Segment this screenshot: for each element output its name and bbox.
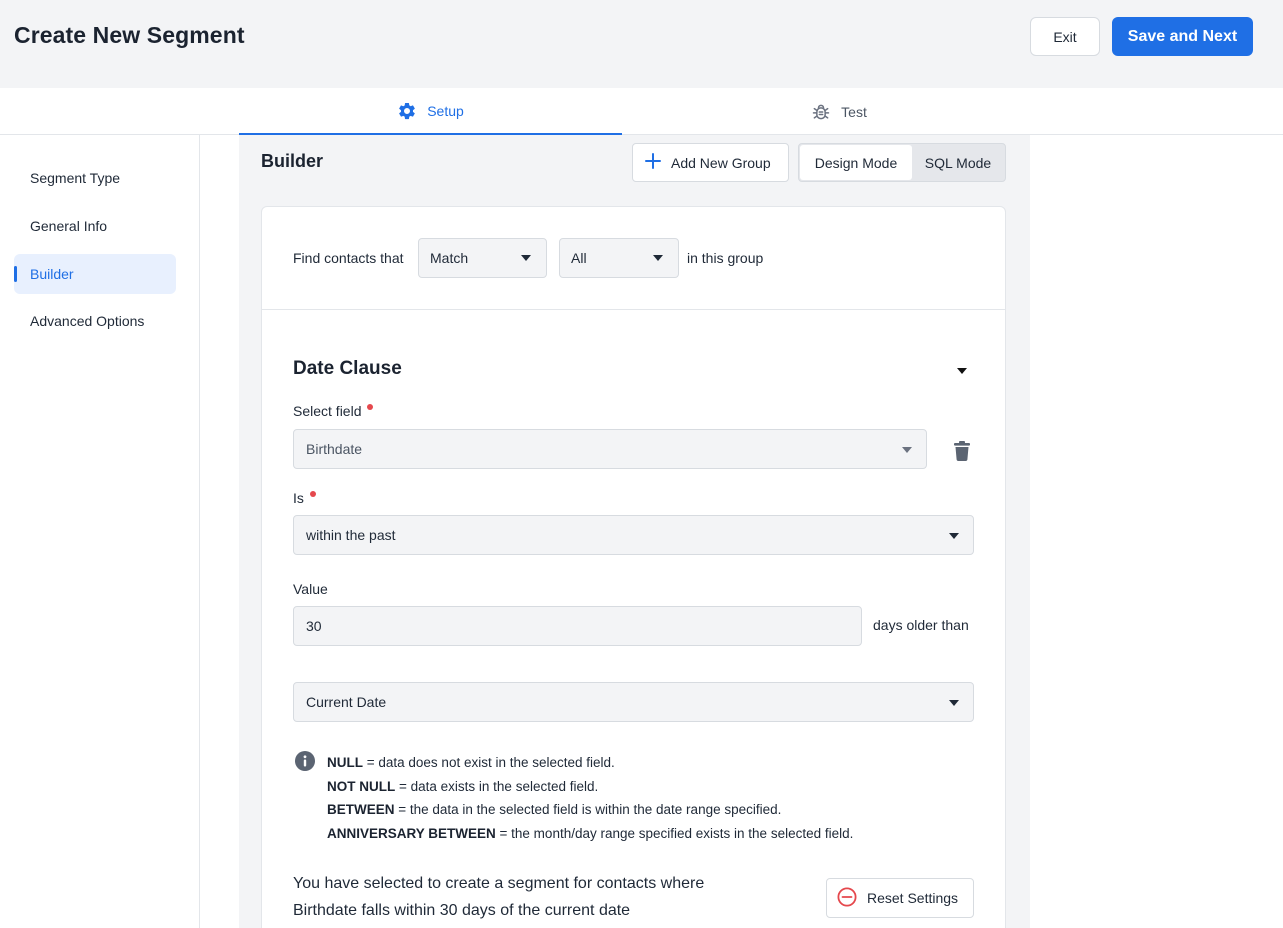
- group-condition-row: Find contacts that Match All in this gro…: [262, 207, 1005, 310]
- help-term: NULL: [327, 755, 363, 770]
- tab-test-label: Test: [841, 103, 867, 120]
- trash-icon[interactable]: [952, 440, 972, 467]
- help-line-null: NULL = data does not exist in the select…: [327, 751, 853, 775]
- sidebar: Segment Type General Info Builder Advanc…: [0, 135, 200, 928]
- is-operator-value: within the past: [306, 527, 396, 543]
- select-field-label-text: Select field: [293, 403, 362, 419]
- mode-toggle: Design Mode SQL Mode: [798, 143, 1006, 182]
- chevron-down-icon: [949, 533, 959, 539]
- value-input[interactable]: 30: [293, 606, 862, 646]
- value-label: Value: [293, 581, 328, 597]
- builder-panel: Builder Add New Group Design Mode SQL Mo…: [239, 135, 1030, 928]
- help-term: BETWEEN: [327, 802, 395, 818]
- operator-help-text: NULL = data does not exist in the select…: [327, 751, 853, 846]
- plus-icon: [645, 153, 661, 172]
- in-this-group-label: in this group: [687, 250, 764, 266]
- days-older-than-label: days older than: [873, 617, 969, 633]
- quantifier-select[interactable]: All: [559, 238, 679, 278]
- save-and-next-button[interactable]: Save and Next: [1112, 17, 1253, 56]
- help-text: = data does not exist in the selected fi…: [363, 755, 615, 770]
- help-text: = the month/day range specified exists i…: [495, 826, 854, 842]
- required-indicator: [309, 491, 316, 497]
- segment-summary: You have selected to create a segment fo…: [293, 871, 704, 924]
- exit-button[interactable]: Exit: [1030, 17, 1100, 56]
- is-operator-dropdown[interactable]: within the past: [293, 515, 974, 555]
- chevron-down-icon: [902, 447, 912, 453]
- reference-date-value: Current Date: [306, 694, 387, 710]
- match-select[interactable]: Match: [418, 238, 547, 278]
- select-field-dropdown[interactable]: Birthdate: [293, 429, 927, 469]
- add-new-group-label: Add New Group: [671, 154, 771, 171]
- builder-title: Builder: [261, 151, 324, 171]
- select-field-value: Birthdate: [306, 441, 363, 457]
- group-card: Find contacts that Match All in this gro…: [261, 206, 1006, 928]
- help-line-anniversary-between: ANNIVERSARY BETWEEN = the month/day rang…: [327, 822, 853, 846]
- help-line-not-null: NOT NULL = data exists in the selected f…: [327, 775, 853, 799]
- tab-setup[interactable]: Setup: [239, 88, 622, 135]
- design-mode-button[interactable]: Design Mode: [800, 145, 912, 180]
- sidebar-item-segment-type[interactable]: Segment Type: [14, 158, 176, 198]
- quantifier-select-value: All: [571, 250, 587, 266]
- bug-icon: [811, 102, 831, 122]
- chevron-down-icon: [949, 700, 959, 706]
- reference-date-dropdown[interactable]: Current Date: [293, 682, 974, 722]
- sidebar-item-builder[interactable]: Builder: [14, 254, 176, 294]
- help-text: = data exists in the selected field.: [395, 778, 599, 794]
- top-bar: Create New Segment Exit Save and Next: [0, 0, 1283, 88]
- info-icon: [295, 751, 315, 776]
- reset-settings-button[interactable]: Reset Settings: [826, 878, 974, 918]
- sql-mode-button[interactable]: SQL Mode: [912, 145, 1004, 180]
- summary-line: Birthdate falls within 30 days of the cu…: [293, 901, 631, 919]
- is-label: Is: [293, 490, 316, 506]
- help-term: ANNIVERSARY BETWEEN: [327, 826, 496, 842]
- page-title: Create New Segment: [14, 22, 245, 48]
- add-new-group-button[interactable]: Add New Group: [632, 143, 789, 182]
- tab-bar: Setup Test: [0, 88, 1283, 135]
- required-indicator: [367, 404, 374, 410]
- value-input-text: 30: [306, 618, 322, 634]
- tab-setup-label: Setup: [427, 102, 464, 119]
- sidebar-item-advanced-options[interactable]: Advanced Options: [14, 301, 176, 341]
- gear-icon: [397, 101, 417, 121]
- help-text: = the data in the selected field is with…: [394, 802, 782, 818]
- summary-line: You have selected to create a segment fo…: [293, 875, 705, 892]
- clause-title: Date Clause: [293, 358, 402, 379]
- chevron-down-icon: [653, 255, 663, 261]
- select-field-label: Select field: [293, 403, 374, 419]
- chevron-down-icon: [521, 255, 531, 261]
- help-line-between: BETWEEN = the data in the selected field…: [327, 798, 853, 822]
- is-label-text: Is: [293, 490, 304, 506]
- match-select-value: Match: [430, 250, 469, 266]
- help-term: NOT NULL: [327, 778, 396, 794]
- collapse-caret-icon[interactable]: [957, 368, 967, 374]
- find-contacts-label: Find contacts that: [293, 250, 404, 266]
- reset-settings-label: Reset Settings: [867, 890, 959, 906]
- tab-test[interactable]: Test: [622, 88, 1056, 135]
- sidebar-item-general-info[interactable]: General Info: [14, 206, 176, 246]
- minus-circle-icon: [837, 886, 857, 910]
